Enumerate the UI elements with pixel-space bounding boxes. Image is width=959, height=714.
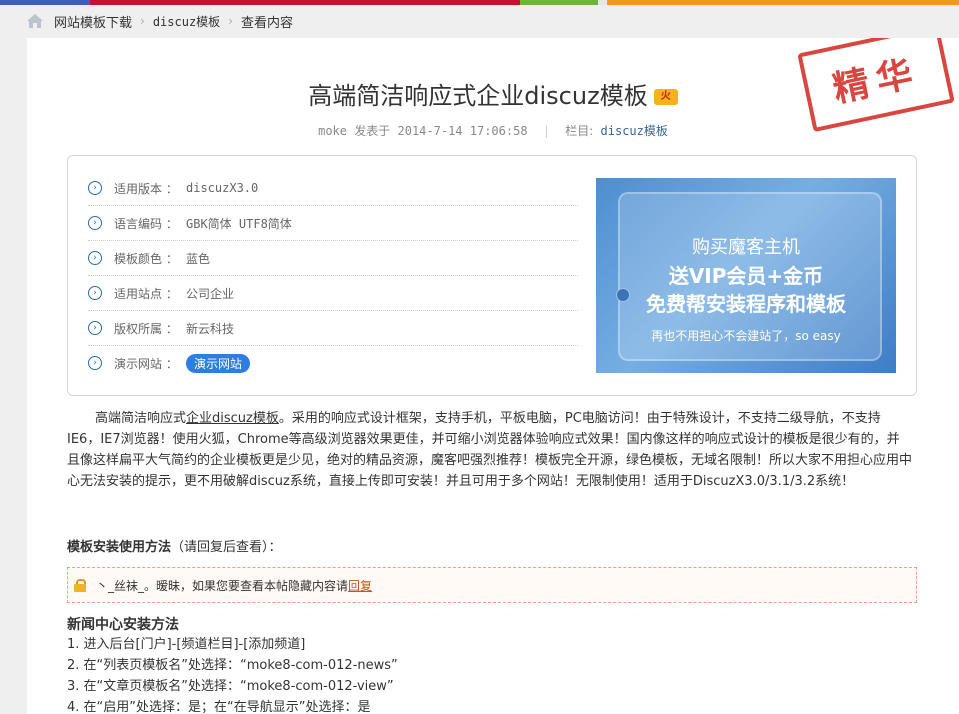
column-label: 栏目:: [565, 124, 594, 138]
arrow-circle-icon: ›: [88, 321, 102, 335]
article-card: 精华 高端简洁响应式企业discuz模板火 moke 发表于 2014-7-14…: [27, 38, 959, 714]
posted-label: 发表于: [354, 124, 391, 138]
breadcrumb: 网站模板下载 › discuz模板 › 查看内容: [26, 11, 293, 31]
post-date: 2014-7-14 17:06:58: [397, 124, 528, 138]
info-row-copyright: › 版权所属 ： 新云科技: [88, 311, 578, 346]
howto-title: 模板安装使用方法: [67, 540, 172, 555]
breadcrumb-item-templates[interactable]: 网站模板下载: [54, 12, 132, 31]
template-info-box: › 适用版本 ： discuzX3.0 › 语言编码 ： GBK简体 UTF8简…: [67, 155, 917, 396]
arrow-circle-icon: ›: [88, 181, 102, 195]
ad-line-4: 再也不用担心不会建站了，so easy: [651, 329, 841, 343]
info-label: 语言编码 ：: [114, 216, 178, 231]
hot-badge-icon: 火: [653, 89, 678, 105]
info-row-color: › 模板颜色 ： 蓝色: [88, 241, 578, 276]
page-title: 高端简洁响应式企业discuz模板火: [27, 76, 959, 111]
info-label: 适用站点 ：: [114, 286, 178, 301]
article-meta: moke 发表于 2014-7-14 17:06:58 | 栏目: discuz…: [27, 122, 959, 139]
info-value: 新云科技: [186, 321, 235, 336]
list-item: 4. 在“启用”处选择：是；在“在导航显示”处选择：是: [67, 700, 371, 714]
list-item: 3. 在“文章页模板名”处选择：“moke8-com-012-view”: [67, 679, 394, 694]
hosting-ad-banner[interactable]: 购买魔客主机 送VIP会员+金币 免费帮安装程序和模板 再也不用担心不会建站了，…: [596, 178, 896, 373]
body-keyword-link[interactable]: 企业discuz模板: [186, 411, 279, 426]
info-label: 适用版本 ：: [114, 181, 178, 196]
info-row-encoding: › 语言编码 ： GBK简体 UTF8简体: [88, 206, 578, 241]
breadcrumb-separator: ›: [140, 14, 145, 28]
howto-note: （请回复后查看）：: [171, 540, 282, 555]
ad-line-2: 送VIP会员+金币: [668, 264, 824, 288]
column-link[interactable]: discuz模板: [601, 124, 668, 138]
info-label: 演示网站 ：: [114, 356, 178, 371]
breadcrumb-item-discuz[interactable]: discuz模板: [153, 13, 220, 30]
list-item: 1. 进入后台[门户]-[频道栏目]-[添加频道]: [67, 637, 306, 652]
author-name[interactable]: moke: [318, 124, 347, 138]
breadcrumb-separator: ›: [228, 14, 233, 28]
top-bar-blue-segment: [0, 0, 90, 5]
body-lead: 高端简洁响应式: [95, 411, 187, 426]
top-bar-green-segment: [520, 0, 598, 5]
article-title: 高端简洁响应式企业discuz模板: [308, 82, 648, 110]
home-icon[interactable]: [26, 13, 44, 29]
info-label: 模板颜色 ：: [114, 251, 178, 266]
install-howto-heading: 模板安装使用方法（请回复后查看）：: [67, 536, 282, 555]
hidden-content-text: 丶_丝袜_。暧昧，如果您要查看本帖隐藏内容请: [96, 578, 349, 593]
demo-site-button[interactable]: 演示网站: [186, 353, 251, 373]
info-value: discuzX3.0: [186, 181, 259, 195]
article-body: 高端简洁响应式企业discuz模板。采用的响应式设计框架，支持手机，平板电脑，P…: [67, 408, 912, 492]
ad-line-1: 购买魔客主机: [692, 237, 800, 258]
top-bar-orange-segment: [607, 0, 959, 5]
info-label: 版权所属 ：: [114, 321, 178, 336]
install-steps-list: 1. 进入后台[门户]-[频道栏目]-[添加频道] 2. 在“列表页模板名”处选…: [67, 634, 398, 714]
info-row-demo: › 演示网站 ： 演示网站: [88, 346, 578, 380]
arrow-circle-icon: ›: [88, 251, 102, 265]
arrow-circle-icon: ›: [88, 286, 102, 300]
info-value: 公司企业: [186, 286, 235, 301]
hidden-content-box: 丶_丝袜_。暧昧，如果您要查看本帖隐藏内容请 回复: [67, 567, 917, 603]
top-color-bar: [0, 0, 959, 5]
list-item: 2. 在“列表页模板名”处选择：“moke8-com-012-news”: [67, 658, 398, 673]
arrow-circle-icon: ›: [88, 216, 102, 230]
info-row-site-type: › 适用站点 ： 公司企业: [88, 276, 578, 311]
info-row-version: › 适用版本 ： discuzX3.0: [88, 171, 578, 206]
info-value: 蓝色: [186, 251, 211, 266]
news-install-title: 新闻中心安装方法: [67, 617, 179, 633]
arrow-circle-icon: ›: [88, 356, 102, 370]
ad-line-3: 免费帮安装程序和模板: [646, 292, 846, 316]
info-value: GBK简体 UTF8简体: [186, 216, 292, 231]
meta-divider: |: [542, 124, 551, 138]
reply-link[interactable]: 回复: [348, 577, 372, 594]
lock-icon: [74, 579, 86, 592]
breadcrumb-item-current: 查看内容: [241, 15, 294, 31]
